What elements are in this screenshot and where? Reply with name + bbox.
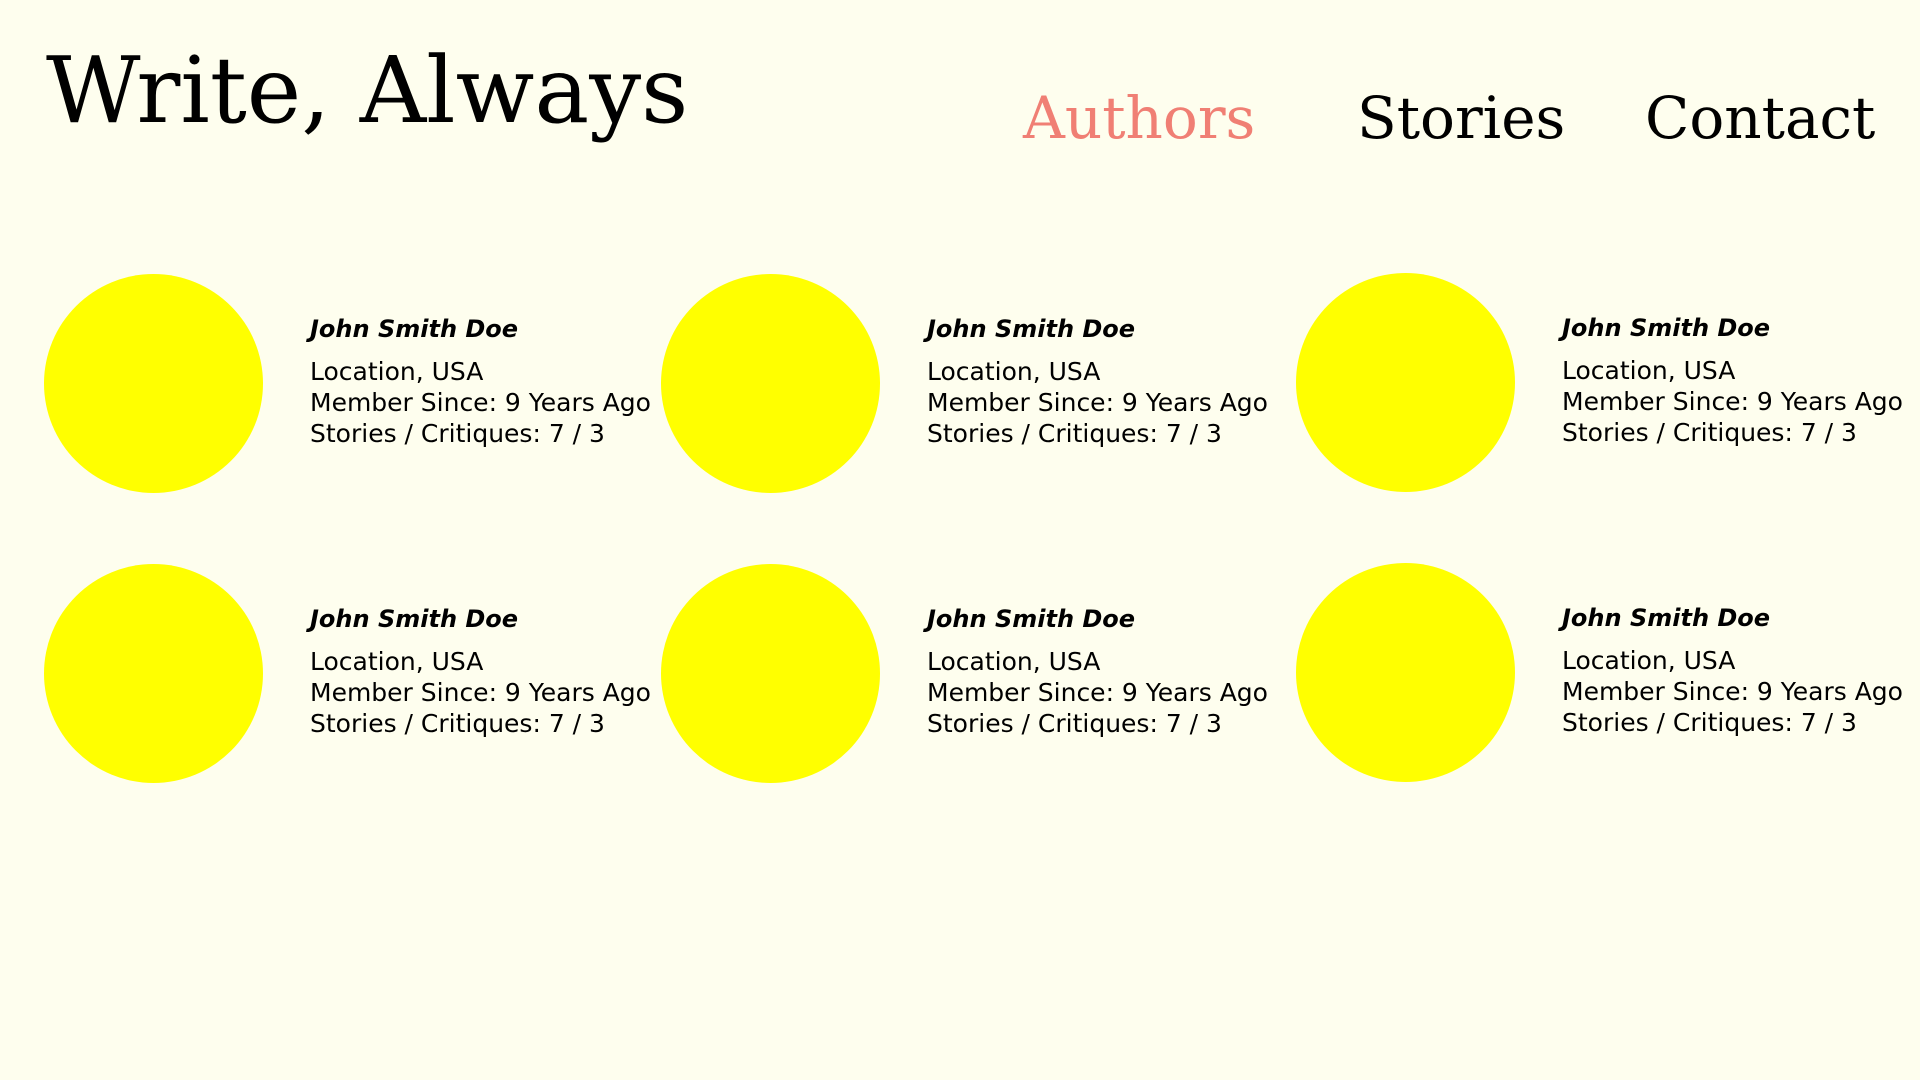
author-member-since: Member Since: 9 Years Ago	[927, 678, 1268, 707]
author-avatar[interactable]	[1296, 563, 1515, 782]
author-avatar[interactable]	[661, 274, 880, 493]
author-card[interactable]: John Smith Doe Location, USA Member Sinc…	[44, 564, 664, 784]
author-location: Location, USA	[310, 357, 484, 386]
author-name[interactable]: John Smith Doe	[310, 314, 670, 344]
author-card[interactable]: John Smith Doe Location, USA Member Sinc…	[1296, 563, 1916, 783]
author-member-since: Member Since: 9 Years Ago	[310, 678, 651, 707]
author-stats: Stories / Critiques: 7 / 3	[1562, 418, 1857, 447]
nav-stories[interactable]: Stories	[1357, 78, 1565, 158]
nav-contact[interactable]: Contact	[1645, 78, 1875, 158]
author-avatar[interactable]	[1296, 273, 1515, 492]
author-info: John Smith Doe Location, USA Member Sinc…	[1562, 313, 1920, 448]
author-avatar[interactable]	[44, 274, 263, 493]
nav-authors[interactable]: Authors	[1023, 78, 1255, 158]
author-stats: Stories / Critiques: 7 / 3	[1562, 708, 1857, 737]
author-name[interactable]: John Smith Doe	[1562, 603, 1920, 633]
main-nav: Authors Stories Contact	[0, 78, 1920, 158]
author-location: Location, USA	[1562, 356, 1736, 385]
author-member-since: Member Since: 9 Years Ago	[1562, 387, 1903, 416]
author-card[interactable]: John Smith Doe Location, USA Member Sinc…	[44, 274, 664, 494]
author-location: Location, USA	[927, 647, 1101, 676]
author-member-since: Member Since: 9 Years Ago	[310, 388, 651, 417]
author-member-since: Member Since: 9 Years Ago	[927, 388, 1268, 417]
author-avatar[interactable]	[661, 564, 880, 783]
author-location: Location, USA	[1562, 646, 1736, 675]
author-info: John Smith Doe Location, USA Member Sinc…	[927, 314, 1287, 449]
author-card[interactable]: John Smith Doe Location, USA Member Sinc…	[1296, 273, 1916, 493]
author-name[interactable]: John Smith Doe	[1562, 313, 1920, 343]
author-info: John Smith Doe Location, USA Member Sinc…	[927, 604, 1287, 739]
author-name[interactable]: John Smith Doe	[310, 604, 670, 634]
author-info: John Smith Doe Location, USA Member Sinc…	[1562, 603, 1920, 738]
author-member-since: Member Since: 9 Years Ago	[1562, 677, 1903, 706]
author-info: John Smith Doe Location, USA Member Sinc…	[310, 314, 670, 449]
author-stats: Stories / Critiques: 7 / 3	[927, 419, 1222, 448]
author-info: John Smith Doe Location, USA Member Sinc…	[310, 604, 670, 739]
author-stats: Stories / Critiques: 7 / 3	[310, 419, 605, 448]
author-location: Location, USA	[927, 357, 1101, 386]
author-card[interactable]: John Smith Doe Location, USA Member Sinc…	[661, 274, 1281, 494]
author-name[interactable]: John Smith Doe	[927, 314, 1287, 344]
author-name[interactable]: John Smith Doe	[927, 604, 1287, 634]
author-card[interactable]: John Smith Doe Location, USA Member Sinc…	[661, 564, 1281, 784]
author-stats: Stories / Critiques: 7 / 3	[310, 709, 605, 738]
author-location: Location, USA	[310, 647, 484, 676]
author-avatar[interactable]	[44, 564, 263, 783]
author-stats: Stories / Critiques: 7 / 3	[927, 709, 1222, 738]
